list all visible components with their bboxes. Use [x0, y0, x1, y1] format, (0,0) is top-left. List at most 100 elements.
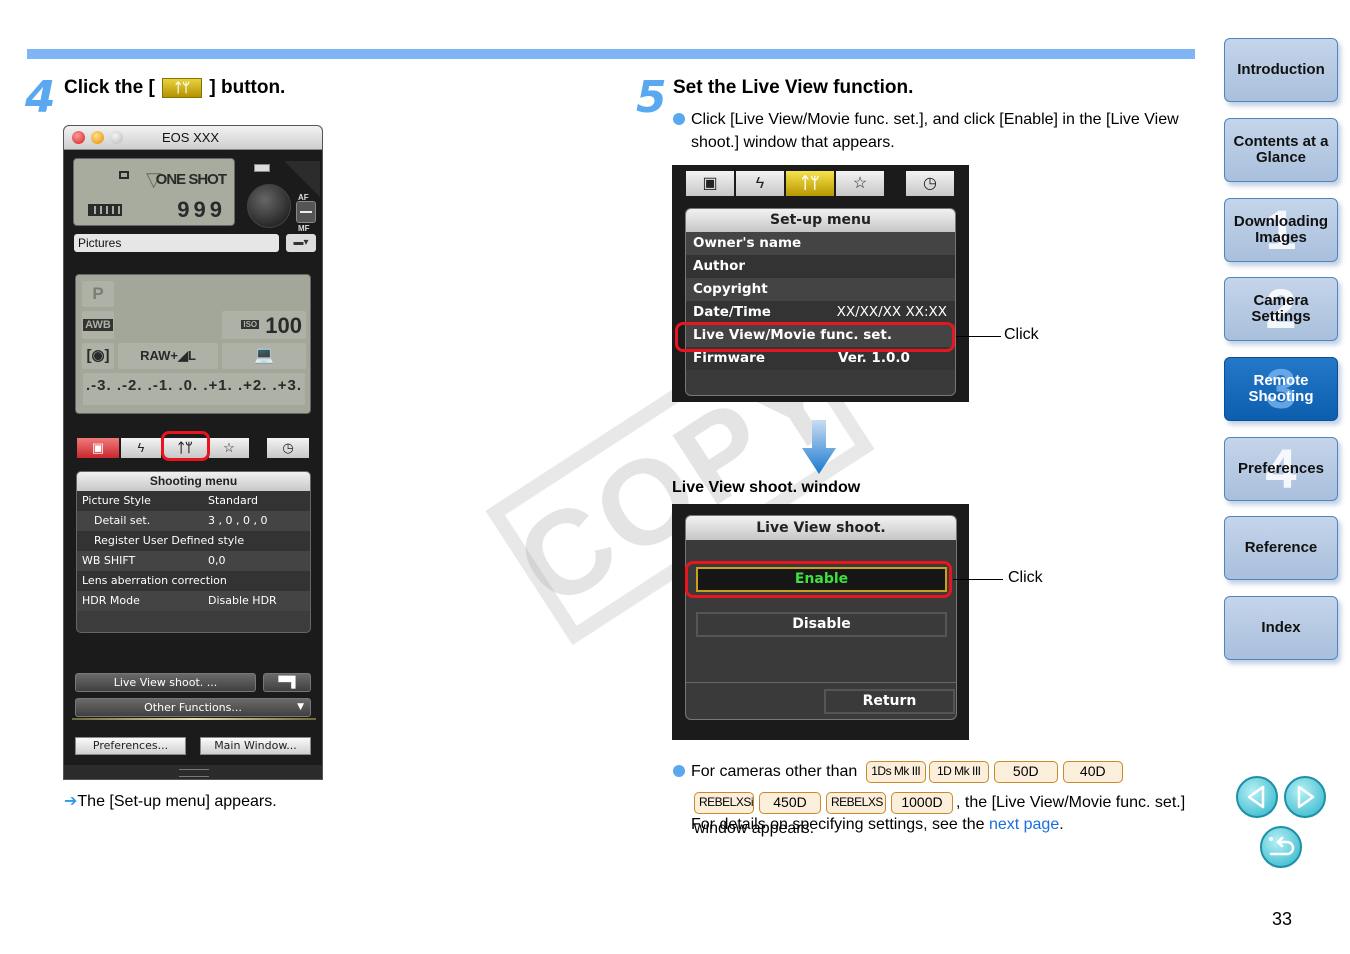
divider: [686, 682, 956, 683]
model-badge: REBELXSi: [694, 791, 754, 814]
menu-row-label: Lens aberration correction: [82, 574, 227, 587]
step-5-number: 5: [636, 72, 667, 123]
callout-line: [956, 336, 1001, 337]
tab-my-menu[interactable]: ☆: [209, 438, 249, 458]
resize-grip[interactable]: [64, 765, 322, 779]
image-quality[interactable]: RAW+◢L: [118, 343, 218, 369]
highlight-enable-button: [685, 561, 952, 598]
setup-tools-icon: ᛏᛘ: [162, 77, 203, 98]
nav-downloading-images[interactable]: 1 Downloading Images: [1224, 198, 1338, 262]
nav-label: Contents at a Glance: [1233, 133, 1329, 166]
af-mode[interactable]: ONE SHOT: [156, 171, 227, 188]
tab-setup[interactable]: ᛏᛘ: [786, 171, 834, 196]
menu-row[interactable]: HDR Mode Disable HDR: [77, 591, 310, 611]
battery-icon: [88, 204, 122, 216]
page-number: 33: [1272, 909, 1293, 929]
step-5-instruction-text: Click [Live View/Movie func. set.], and …: [691, 111, 1179, 151]
menu-row[interactable]: Picture Style Standard: [77, 491, 310, 511]
menu-row-label: Register User Defined style: [94, 534, 245, 547]
setup-row-owner[interactable]: Owner's name: [686, 232, 955, 255]
model-badge: 1000D: [891, 791, 953, 814]
movie-camera-icon[interactable]: ▀▜: [263, 673, 311, 692]
next-page-button[interactable]: [1284, 776, 1326, 818]
arrow-right-icon: ➔: [64, 793, 78, 810]
iso-setting[interactable]: ISO 100: [222, 311, 306, 339]
nav-label: Preferences: [1238, 460, 1324, 477]
exposure-level-scale[interactable]: .-3. .-2. .-1. .0. .+1. .+2. .+3.: [83, 373, 305, 405]
other-functions-button[interactable]: Other Functions... ▼: [75, 698, 311, 717]
menu-row-label: WB SHIFT: [82, 554, 136, 567]
setup-row-value: XX/XX/XX XX:XX: [836, 304, 947, 320]
af-mf-switch[interactable]: [296, 201, 316, 223]
setup-panel-tabs: ▣ ϟ ᛏᛘ ☆ ◷: [686, 171, 954, 196]
nav-index[interactable]: Index: [1224, 596, 1338, 660]
disable-button[interactable]: Disable: [696, 612, 947, 637]
nav-camera-settings[interactable]: 2 Camera Settings: [1224, 277, 1338, 341]
tab-flash[interactable]: ϟ: [121, 438, 161, 458]
return-button[interactable]: Return: [824, 689, 955, 714]
setup-row-copyright[interactable]: Copyright: [686, 278, 955, 301]
callout-line: [953, 579, 1003, 580]
nav-preferences[interactable]: 4 Preferences: [1224, 437, 1338, 501]
setup-row-label: Copyright: [693, 281, 768, 297]
iso-value: 100: [265, 313, 302, 338]
shots-remaining: 999: [177, 197, 226, 222]
preferences-button[interactable]: Preferences...: [75, 737, 186, 755]
bullet-icon: [673, 113, 685, 125]
setup-menu: Set-up menu Owner's name Author Copyrigh…: [685, 208, 956, 396]
main-window-button[interactable]: Main Window...: [200, 737, 311, 755]
model-badge: 1Ds Mk III: [865, 760, 926, 783]
shooting-mode[interactable]: P: [82, 281, 114, 307]
zoom-button[interactable]: [110, 131, 123, 144]
tab-shooting[interactable]: ▣: [77, 438, 119, 458]
return-page-button[interactable]: [1260, 826, 1302, 868]
live-view-shoot-button[interactable]: Live View shoot. ...: [75, 673, 256, 692]
step-4-title-suffix: ] button.: [209, 77, 286, 98]
menu-row-value: 0,0: [208, 554, 226, 567]
model-badge: 40D: [1062, 760, 1123, 783]
iso-label: ISO: [241, 320, 260, 329]
setup-row-label: Firmware: [693, 350, 765, 366]
next-page-link[interactable]: next page: [989, 816, 1059, 833]
menu-row-label: Picture Style: [82, 494, 151, 507]
white-balance[interactable]: AWB: [82, 311, 114, 339]
nav-label: Introduction: [1237, 61, 1325, 78]
details-suffix: .: [1059, 816, 1064, 833]
return-icon: [1269, 836, 1295, 856]
other-functions-label: Other Functions...: [144, 701, 242, 714]
live-view-shoot-header: Live View shoot.: [686, 516, 956, 540]
tab-my-menu[interactable]: ☆: [836, 171, 884, 196]
folder-select-button[interactable]: ▬▾: [286, 234, 316, 252]
minimize-button[interactable]: [91, 131, 104, 144]
tab-flash[interactable]: ϟ: [736, 171, 784, 196]
setup-row-datetime[interactable]: Date/Time XX/XX/XX XX:XX: [686, 301, 955, 324]
tab-timer[interactable]: ◷: [267, 438, 309, 458]
live-view-lamp: [254, 164, 270, 172]
menu-row[interactable]: Lens aberration correction: [77, 571, 310, 591]
tab-timer[interactable]: ◷: [906, 171, 954, 196]
tab-shooting[interactable]: ▣: [686, 171, 734, 196]
shutter-button[interactable]: [247, 184, 291, 228]
destination-folder-field[interactable]: Pictures: [74, 234, 279, 252]
nav-contents-at-a-glance[interactable]: Contents at a Glance: [1224, 118, 1338, 182]
menu-row-value: Standard: [208, 494, 259, 507]
previous-page-button[interactable]: [1236, 776, 1278, 818]
menu-row[interactable]: WB SHIFT 0,0: [77, 551, 310, 571]
nav-reference[interactable]: Reference: [1224, 516, 1338, 580]
setup-row-author[interactable]: Author: [686, 255, 955, 278]
close-button[interactable]: [72, 131, 85, 144]
models-note-prefix: For cameras other than: [691, 763, 858, 780]
shooting-menu-header: Shooting menu: [77, 472, 310, 491]
menu-row[interactable]: Register User Defined style: [77, 531, 310, 551]
main-lcd-panel: P AWB ISO 100 [◉] RAW+◢L 💻 .-3. .-2. .-1…: [75, 274, 311, 414]
menu-row-label: HDR Mode: [82, 594, 140, 607]
nav-introduction[interactable]: Introduction: [1224, 38, 1338, 102]
nav-label: Index: [1261, 619, 1301, 636]
corner-decoration: [284, 161, 320, 197]
setup-menu-header: Set-up menu: [686, 209, 955, 232]
drive-mode-icon[interactable]: [119, 171, 129, 179]
nav-remote-shooting[interactable]: 3 Remote Shooting: [1224, 357, 1338, 421]
metering-mode-icon[interactable]: [◉]: [82, 343, 114, 369]
nav-label: Remote Shooting: [1248, 372, 1314, 405]
menu-row[interactable]: Detail set. 3 , 0 , 0 , 0: [77, 511, 310, 531]
